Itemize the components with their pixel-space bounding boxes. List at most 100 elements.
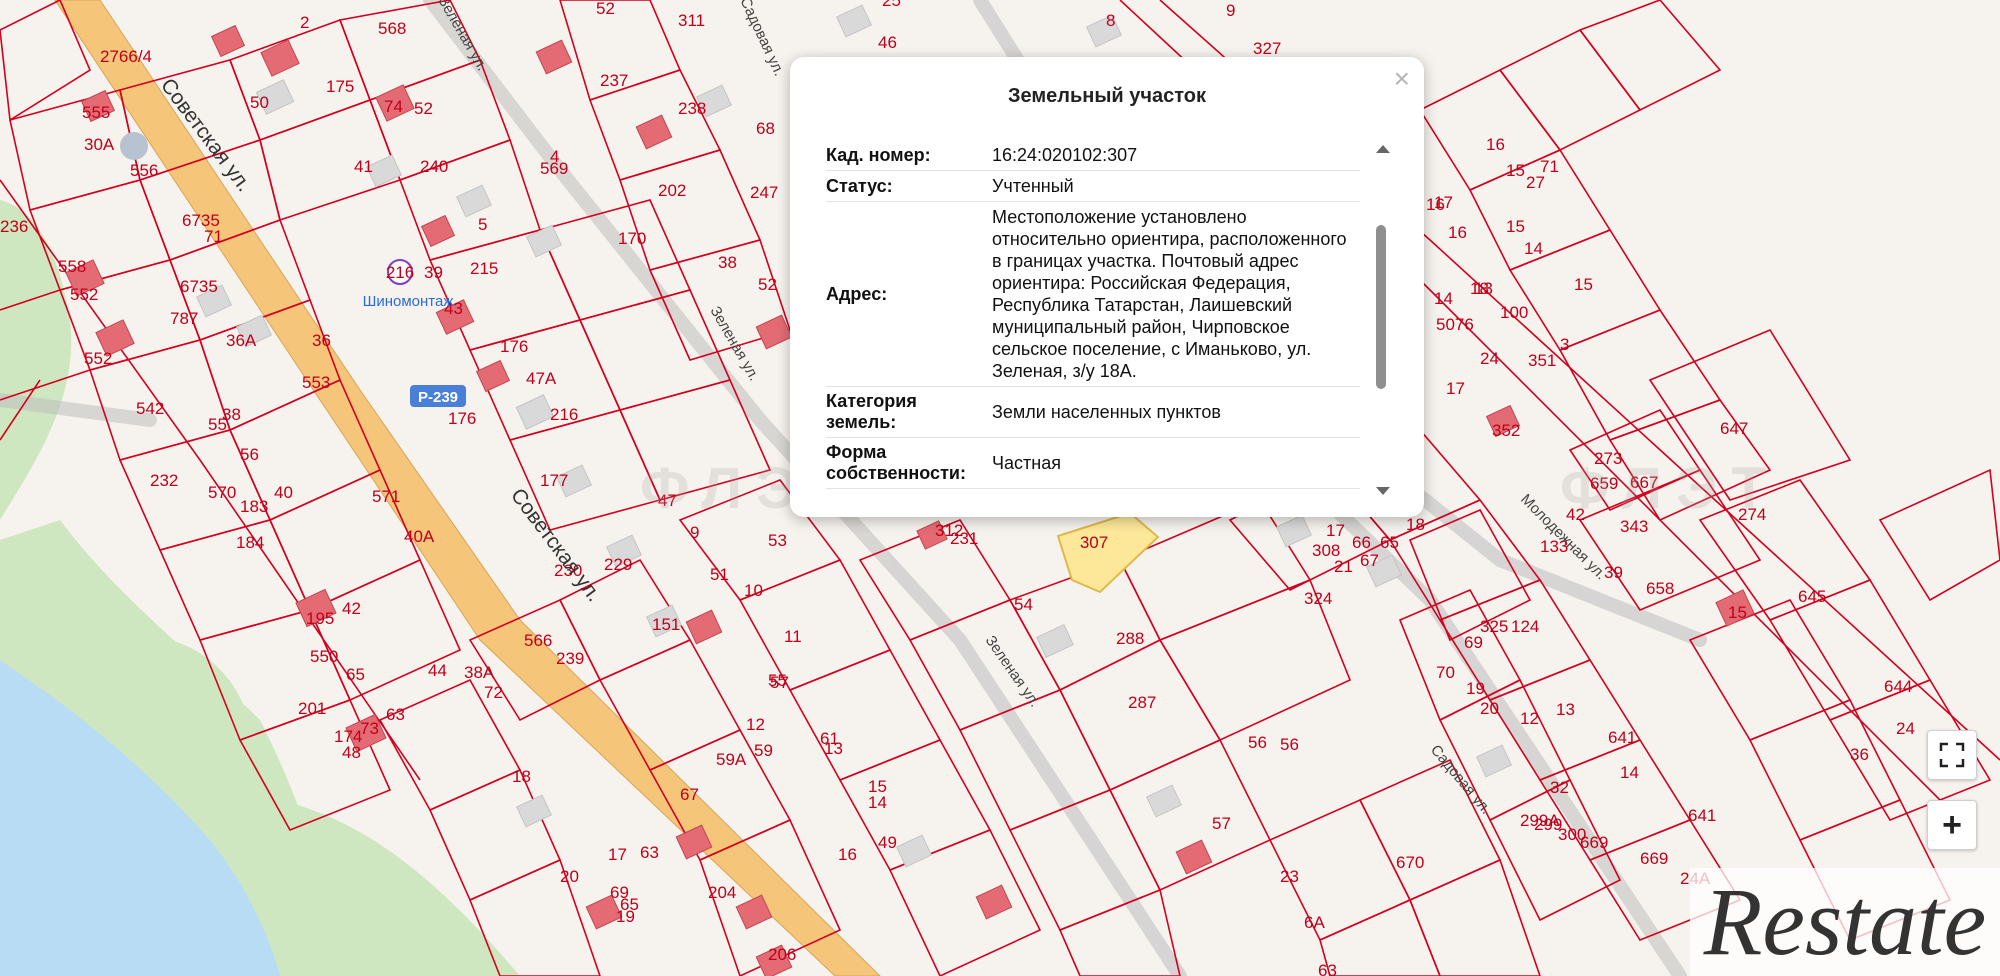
parcel-number-label: 175 <box>326 77 354 96</box>
parcel-number-label: 57 <box>770 673 789 692</box>
parcel-number-label: 238 <box>678 99 706 118</box>
parcel-number-label: 556 <box>130 161 158 180</box>
parcel-number-label: 327 <box>1253 39 1281 58</box>
parcel-number-label: 288 <box>1116 629 1144 648</box>
parcel-number-label: 32 <box>1550 778 1569 797</box>
parcel-number-label: 24 <box>1480 349 1499 368</box>
parcel-number-label: 658 <box>1646 579 1674 598</box>
parcel-number-label: 10 <box>744 581 763 600</box>
property-value: Земли населенных пунктов <box>992 402 1221 422</box>
parcel-number-label: 202 <box>658 181 686 200</box>
parcel-number-label: 15 <box>1728 603 1747 622</box>
parcel-number-label: 16 <box>1486 135 1505 154</box>
parcel-number-label: 204 <box>708 883 736 902</box>
parcel-number-label: 183 <box>240 497 268 516</box>
parcel-number-label: 552 <box>84 349 112 368</box>
parcel-number-label: 174 <box>334 727 362 746</box>
parcel-number-label: 61 <box>820 729 839 748</box>
parcel-number-label: 16 <box>1448 223 1467 242</box>
property-key: Кад. номер: <box>826 144 931 165</box>
parcel-number-label: 52 <box>414 99 433 118</box>
parcel-number-label: 21 <box>1334 557 1353 576</box>
parcel-number-label: 571 <box>372 487 400 506</box>
parcel-number-label: 17 <box>1446 379 1465 398</box>
parcel-number-label: 23 <box>1280 867 1299 886</box>
parcel-number-label: 18 <box>512 767 531 786</box>
parcel-number-label: 325 <box>1480 617 1508 636</box>
parcel-number-label: 19 <box>1466 679 1485 698</box>
parcel-number-label: 74 <box>384 97 403 116</box>
property-row-status: Статус: Учтенный <box>826 171 1360 202</box>
parcel-number-label: 67 <box>680 785 699 804</box>
parcel-number-label: 57 <box>1212 814 1231 833</box>
parcel-number-label: 229 <box>604 555 632 574</box>
parcel-number-label: 2766/4 <box>100 47 152 66</box>
parcel-number-label: 176 <box>448 409 476 428</box>
parcel-number-label: 647 <box>1720 419 1748 438</box>
parcel-number-label: 38А <box>464 663 495 682</box>
parcel-number-label: 201 <box>298 699 326 718</box>
parcel-number-label: 5076 <box>1436 315 1474 334</box>
place-icon <box>120 132 148 160</box>
close-icon[interactable]: × <box>1394 65 1410 93</box>
popup-title: Земельный участок <box>1007 85 1207 107</box>
parcel-number-label: 53 <box>768 531 787 550</box>
parcel-number-label: 69 <box>610 883 629 902</box>
parcel-number-label: 170 <box>618 229 646 248</box>
parcel-number-label: 12 <box>746 715 765 734</box>
parcel-number-label: 324 <box>1304 589 1332 608</box>
scroll-down-icon[interactable] <box>1376 487 1390 495</box>
parcel-number-label: 644 <box>1884 677 1912 696</box>
property-row-land-category: Категория земель: Земли населенных пункт… <box>826 387 1360 438</box>
parcel-number-label: 54 <box>1014 595 1033 614</box>
parcel-number-label: 8 <box>1106 11 1115 30</box>
poi-label[interactable]: Шиномонтаж <box>363 293 454 310</box>
parcel-number-label: 50 <box>250 93 269 112</box>
property-key: Статус: <box>826 175 893 196</box>
property-row-ownership: Форма собственности: Частная <box>826 438 1360 489</box>
parcel-number-label: 13 <box>1556 700 1575 719</box>
parcel-number-label: 239 <box>556 649 584 668</box>
parcel-number-label: 4 <box>550 147 559 166</box>
parcel-number-label: 73 <box>360 719 379 738</box>
parcel-number-label: 13 <box>1474 279 1493 298</box>
parcel-number-label: 287 <box>1128 693 1156 712</box>
parcel-number-label: 645 <box>1798 587 1826 606</box>
parcel-number-label: 59А <box>716 750 747 769</box>
zoom-in-button[interactable]: + <box>1927 800 1977 850</box>
parcel-number-label: 44 <box>428 661 447 680</box>
parcel-number-label: 216 <box>550 405 578 424</box>
parcel-number-label: 240 <box>420 157 448 176</box>
parcel-number-label: 69 <box>1464 633 1483 652</box>
fullscreen-icon <box>1939 742 1965 768</box>
scroll-thumb[interactable] <box>1376 225 1386 389</box>
parcel-number-label: 312 <box>935 521 963 540</box>
road-badge: Р-239 <box>418 389 458 406</box>
parcel-number-label: 6А <box>1304 913 1325 932</box>
popup-scrollbar[interactable] <box>1374 145 1390 495</box>
parcel-number-label: 20 <box>560 867 579 886</box>
parcel-number-label: 56 <box>240 445 259 464</box>
parcel-number-label: 68 <box>756 119 775 138</box>
parcel-number-label: 558 <box>58 257 86 276</box>
fullscreen-button[interactable] <box>1927 730 1977 780</box>
parcel-number-label: 176 <box>500 337 528 356</box>
property-value: Учтенный <box>992 176 1074 196</box>
parcel-number-label: 177 <box>540 471 568 490</box>
parcel-number-label: 63 <box>1318 961 1337 976</box>
parcel-number-label: 63 <box>386 705 405 724</box>
popup-properties: Кад. номер: 16:24:020102:307 Статус: Учт… <box>826 140 1360 500</box>
parcel-number-label: 17 <box>608 845 627 864</box>
parcel-number-label: 15 <box>868 777 887 796</box>
property-value: 16:24:020102:307 <box>992 145 1138 165</box>
parcel-number-label: 40А <box>404 527 435 546</box>
property-value: Местоположение установлено относительно … <box>992 207 1347 381</box>
parcel-number-label: 14 <box>1524 239 1543 258</box>
scroll-up-icon[interactable] <box>1376 145 1390 153</box>
parcel-number-label: 42 <box>342 599 361 618</box>
parcel-number-label: 11 <box>784 627 802 646</box>
parcel-number-label: 9 <box>690 523 699 542</box>
parcel-number-label: 63 <box>640 843 659 862</box>
parcel-number-label: 65 <box>346 665 365 684</box>
parcel-number-label: 72 <box>484 683 503 702</box>
